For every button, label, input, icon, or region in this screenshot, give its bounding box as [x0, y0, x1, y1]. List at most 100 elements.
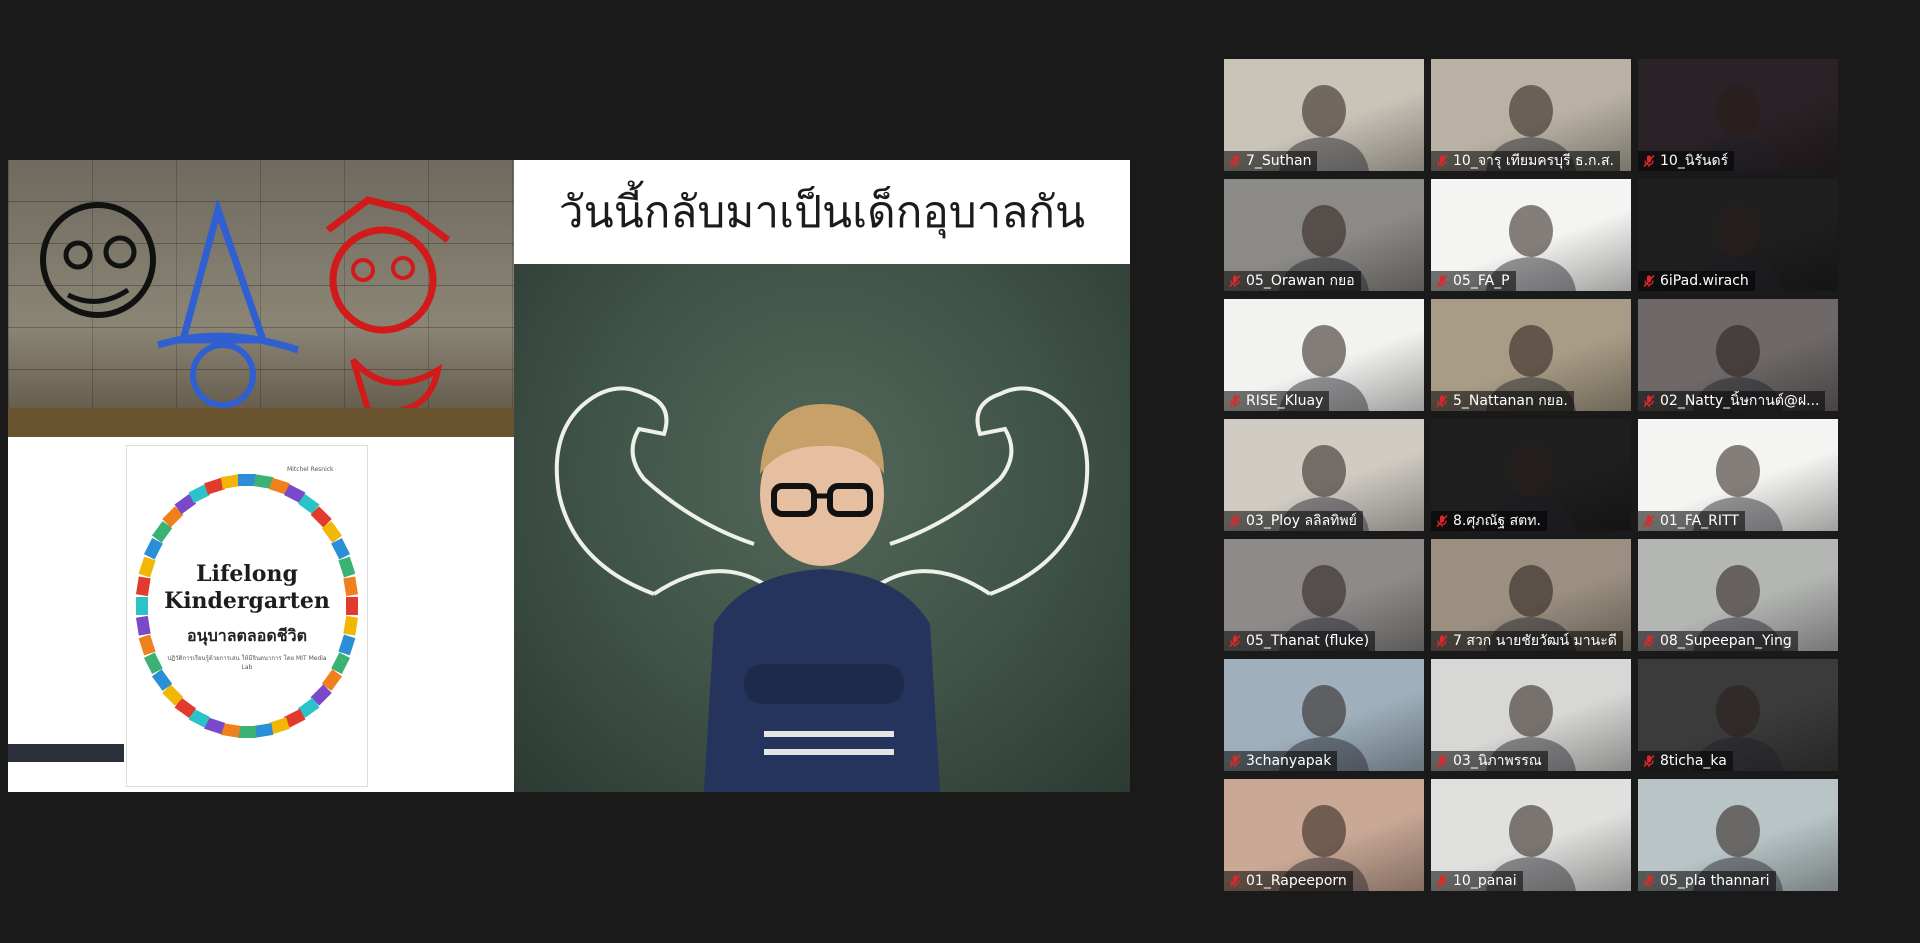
participant-tile[interactable]: RISE_Kluay	[1224, 299, 1424, 411]
mic-muted-icon	[1229, 514, 1241, 528]
mic-muted-icon	[1229, 154, 1241, 168]
participant-name: 8ticha_ka	[1660, 753, 1727, 769]
participant-tile[interactable]: 03_นิภาพรรณ	[1431, 659, 1631, 771]
participant-name: 05_FA_P	[1453, 273, 1510, 289]
chalkboard-image	[514, 264, 1130, 792]
mic-muted-icon	[1643, 634, 1655, 648]
mic-muted-icon	[1643, 394, 1655, 408]
participant-name: 10_จารุ เทียมครบุรี ธ.ก.ส.	[1453, 153, 1614, 169]
participant-name-bar: 8ticha_ka	[1638, 751, 1733, 771]
participant-name-bar: 10_นิรันดร์	[1638, 151, 1735, 171]
participant-name-bar: 05_Thanat (fluke)	[1224, 631, 1376, 651]
participant-name: 05_Orawan กยอ	[1246, 273, 1355, 289]
participant-tile[interactable]: 10_จารุ เทียมครบุรี ธ.ก.ส.	[1431, 59, 1631, 171]
participant-name: 02_Natty_นิ้ษกานต์@ฝ...	[1660, 393, 1820, 409]
slide-title: วันนี้กลับมาเป็นเด็กอุบาลกัน	[558, 187, 1086, 238]
participant-name-bar: RISE_Kluay	[1224, 391, 1330, 411]
participant-name: 08_Supeepan_Ying	[1660, 633, 1792, 649]
participant-name: 7_Suthan	[1246, 153, 1312, 169]
participant-tile[interactable]: 02_Natty_นิ้ษกานต์@ฝ...	[1638, 299, 1838, 411]
participant-gallery: 7_Suthan 10_จารุ เทียมครบุรี ธ.ก.ส. 10_นิร…	[1224, 59, 1838, 891]
participant-name: RISE_Kluay	[1246, 393, 1324, 409]
participant-tile[interactable]: 05_FA_P	[1431, 179, 1631, 291]
book-title-line1: Lifelong	[196, 561, 298, 587]
participant-name-bar: 10_จารุ เทียมครบุรี ธ.ก.ส.	[1431, 151, 1620, 171]
participant-name-bar: 01_Rapeeporn	[1224, 871, 1353, 891]
shared-screen: Mitchel Resnick Lifelong Kindergarten อน…	[8, 160, 1130, 792]
participant-name: 5_Nattanan กยอ.	[1453, 393, 1568, 409]
participant-name-bar: 03_Ploy ลลิลทิพย์	[1224, 511, 1363, 531]
participant-name: 10_นิรันดร์	[1660, 153, 1729, 169]
mic-muted-icon	[1643, 514, 1655, 528]
participant-tile[interactable]: 8ticha_ka	[1638, 659, 1838, 771]
participant-name-bar: 7_Suthan	[1224, 151, 1318, 171]
lego-ring-graphic	[135, 474, 359, 738]
participant-name-bar: 6iPad.wirach	[1638, 271, 1755, 291]
participant-tile[interactable]: 01_FA_RITT	[1638, 419, 1838, 531]
book-title-line2: Kindergarten	[164, 588, 330, 614]
dark-strip	[8, 744, 124, 762]
mic-muted-icon	[1643, 874, 1655, 888]
book-subtitle: ปฏิวัติการเรียนรู้ด้วยการเล่น ให้มีจินตน…	[167, 655, 327, 671]
participant-tile[interactable]: 5_Nattanan กยอ.	[1431, 299, 1631, 411]
participant-tile[interactable]: 7 สวก นายชัยวัฒน์ มานะดี	[1431, 539, 1631, 651]
mic-muted-icon	[1436, 154, 1448, 168]
participant-name: 05_Thanat (fluke)	[1246, 633, 1370, 649]
slide-title-bar: วันนี้กลับมาเป็นเด็กอุบาลกัน	[514, 160, 1130, 264]
crayon-drawing	[8, 196, 514, 437]
participant-name: 01_Rapeeporn	[1246, 873, 1347, 889]
mic-muted-icon	[1643, 154, 1655, 168]
book-thai-title: อนุบาลตลอดชีวิต	[187, 626, 307, 645]
mic-muted-icon	[1229, 874, 1241, 888]
participant-name: 7 สวก นายชัยวัฒน์ มานะดี	[1453, 633, 1617, 649]
participant-name-bar: 05_pla thannari	[1638, 871, 1776, 891]
mic-muted-icon	[1436, 874, 1448, 888]
participant-name-bar: 03_นิภาพรรณ	[1431, 751, 1548, 771]
participant-tile[interactable]: 10_นิรันดร์	[1638, 59, 1838, 171]
participant-tile[interactable]: 01_Rapeeporn	[1224, 779, 1424, 891]
participant-name: 01_FA_RITT	[1660, 513, 1739, 529]
participant-tile[interactable]: 10_panai	[1431, 779, 1631, 891]
participant-tile[interactable]: 05_Orawan กยอ	[1224, 179, 1424, 291]
participant-name-bar: 7 สวก นายชัยวัฒน์ มานะดี	[1431, 631, 1623, 651]
slide: วันนี้กลับมาเป็นเด็กอุบาลกัน	[514, 160, 1130, 792]
mic-muted-icon	[1436, 754, 1448, 768]
participant-name-bar: 5_Nattanan กยอ.	[1431, 391, 1574, 411]
mic-muted-icon	[1229, 634, 1241, 648]
participant-name: 03_Ploy ลลิลทิพย์	[1246, 513, 1357, 529]
mic-muted-icon	[1436, 274, 1448, 288]
participant-name: 10_panai	[1453, 873, 1517, 889]
participant-name-bar: 01_FA_RITT	[1638, 511, 1745, 531]
strong-kid-illustration	[554, 386, 1090, 792]
participant-tile[interactable]: 8.ศุภณัฐ สตท.	[1431, 419, 1631, 531]
participant-name-bar: 10_panai	[1431, 871, 1523, 891]
participant-name-bar: 8.ศุภณัฐ สตท.	[1431, 511, 1547, 531]
participant-tile[interactable]: 3chanyapak	[1224, 659, 1424, 771]
mic-muted-icon	[1229, 754, 1241, 768]
mic-muted-icon	[1229, 274, 1241, 288]
mic-muted-icon	[1643, 754, 1655, 768]
participant-name-bar: 02_Natty_นิ้ษกานต์@ฝ...	[1638, 391, 1826, 411]
participant-tile[interactable]: 7_Suthan	[1224, 59, 1424, 171]
mic-muted-icon	[1436, 634, 1448, 648]
participant-tile[interactable]: 08_Supeepan_Ying	[1638, 539, 1838, 651]
participant-tile[interactable]: 05_Thanat (fluke)	[1224, 539, 1424, 651]
mic-muted-icon	[1229, 394, 1241, 408]
participant-tile[interactable]: 05_pla thannari	[1638, 779, 1838, 891]
mic-muted-icon	[1643, 274, 1655, 288]
participant-name: 8.ศุภณัฐ สตท.	[1453, 513, 1541, 529]
mic-muted-icon	[1436, 394, 1448, 408]
kids-drawing-photo	[8, 160, 514, 437]
book-author: Mitchel Resnick	[287, 466, 334, 473]
participant-name-bar: 3chanyapak	[1224, 751, 1338, 771]
participant-name: 05_pla thannari	[1660, 873, 1770, 889]
participant-tile[interactable]: 6iPad.wirach	[1638, 179, 1838, 291]
participant-tile[interactable]: 03_Ploy ลลิลทิพย์	[1224, 419, 1424, 531]
participant-name: 6iPad.wirach	[1660, 273, 1749, 289]
participant-name: 3chanyapak	[1246, 753, 1332, 769]
participant-name: 03_นิภาพรรณ	[1453, 753, 1542, 769]
book-cover: Mitchel Resnick Lifelong Kindergarten อน…	[126, 445, 368, 787]
participant-name-bar: 05_FA_P	[1431, 271, 1516, 291]
participant-name-bar: 08_Supeepan_Ying	[1638, 631, 1798, 651]
book-area: Mitchel Resnick Lifelong Kindergarten อน…	[8, 437, 514, 792]
